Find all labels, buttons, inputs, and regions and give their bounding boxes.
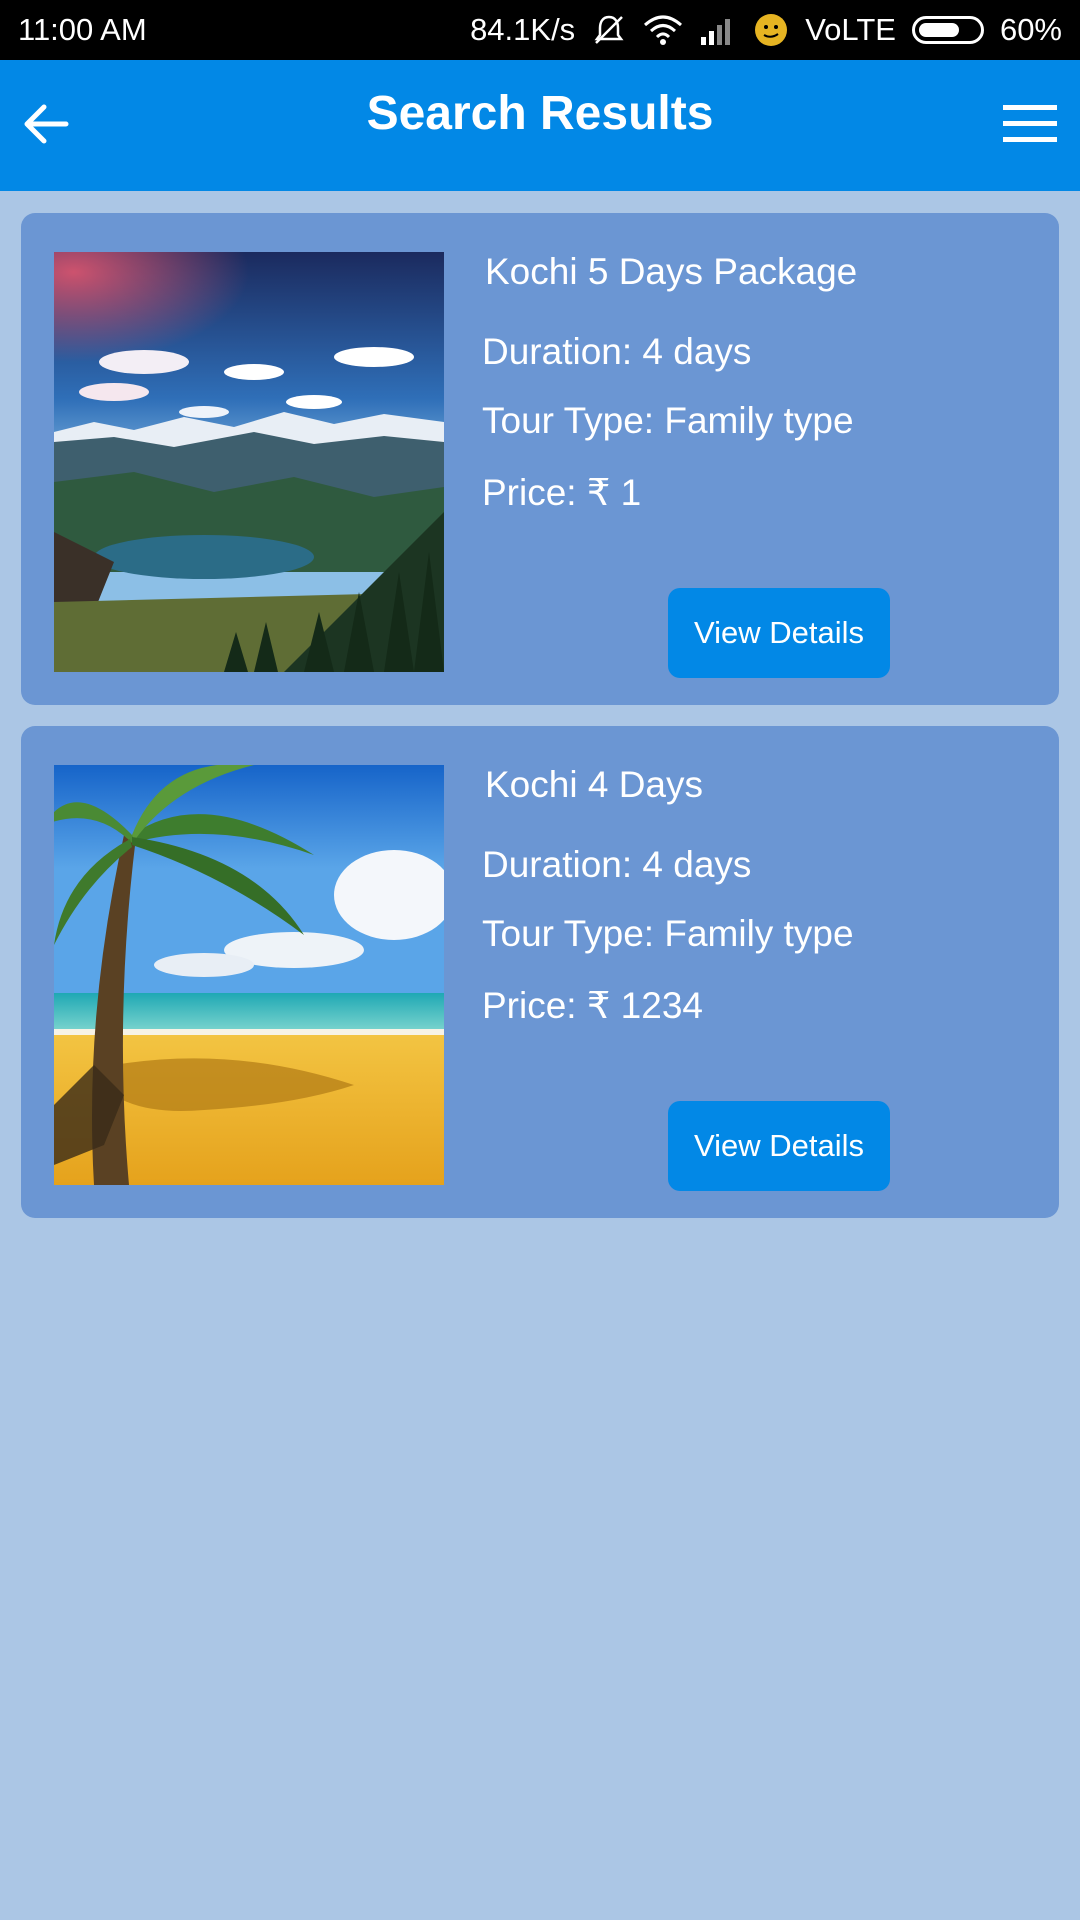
emoji-icon xyxy=(753,12,789,48)
mountain-lake-image xyxy=(54,252,444,672)
package-tour-type: Tour Type: Family type xyxy=(482,400,854,441)
wifi-icon xyxy=(643,13,683,47)
status-right: 84.1K/s VoLTE 60% xyxy=(470,12,1062,48)
app-bar: Search Results xyxy=(0,60,1080,191)
net-speed: 84.1K/s xyxy=(470,12,576,47)
result-card: Kochi 5 Days Package Duration: 4 days To… xyxy=(21,213,1059,705)
view-details-button[interactable]: View Details xyxy=(668,588,890,678)
package-duration: Duration: 4 days xyxy=(482,844,752,885)
results-list: Kochi 5 Days Package Duration: 4 days To… xyxy=(21,213,1059,1239)
signal-icon xyxy=(699,15,737,45)
package-price: Price: ₹ 1234 xyxy=(482,985,703,1026)
package-tour-type: Tour Type: Family type xyxy=(482,913,854,954)
mute-icon xyxy=(591,12,627,48)
status-bar: 11:00 AM 84.1K/s VoLTE 60% xyxy=(0,0,1080,60)
result-card: Kochi 4 Days Duration: 4 days Tour Type:… xyxy=(21,726,1059,1218)
palm-beach-image xyxy=(54,765,444,1185)
view-details-button[interactable]: View Details xyxy=(668,1101,890,1191)
package-price: Price: ₹ 1 xyxy=(482,472,642,513)
status-time: 11:00 AM xyxy=(18,12,147,47)
battery-icon xyxy=(911,16,984,44)
battery-percent: 60% xyxy=(999,12,1062,47)
package-duration: Duration: 4 days xyxy=(482,331,752,372)
hamburger-menu-icon xyxy=(1003,105,1057,142)
package-title: Kochi 4 Days xyxy=(485,764,703,805)
menu-button[interactable] xyxy=(1002,100,1058,148)
page-title: Search Results xyxy=(366,87,714,140)
network-type: VoLTE xyxy=(805,12,896,47)
package-title: Kochi 5 Days Package xyxy=(485,251,858,292)
